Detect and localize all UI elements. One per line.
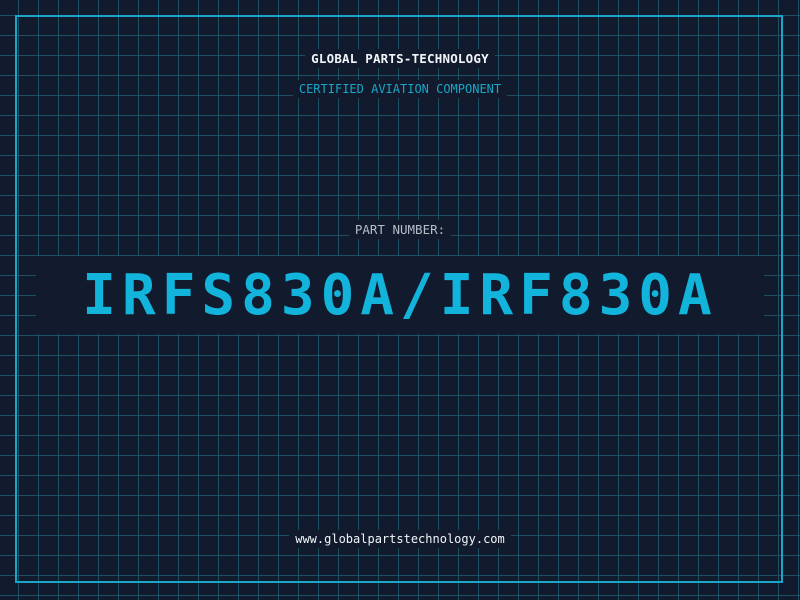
company-name: GLOBAL PARTS-TECHNOLOGY (305, 49, 495, 68)
part-number-label-line: PART NUMBER: (0, 220, 800, 239)
certification-text: CERTIFIED AVIATION COMPONENT (292, 80, 508, 98)
company-title-line: GLOBAL PARTS-TECHNOLOGY (0, 49, 800, 68)
website-url: www.globalpartstechnology.com (289, 530, 511, 548)
certificate-page: GLOBAL PARTS-TECHNOLOGY CERTIFIED AVIATI… (0, 0, 800, 600)
certification-line: CERTIFIED AVIATION COMPONENT (0, 80, 800, 98)
part-number-label: PART NUMBER: (348, 220, 452, 239)
website-line: www.globalpartstechnology.com (0, 530, 800, 548)
part-number-value: IRFS830A/IRF830A (82, 262, 718, 328)
